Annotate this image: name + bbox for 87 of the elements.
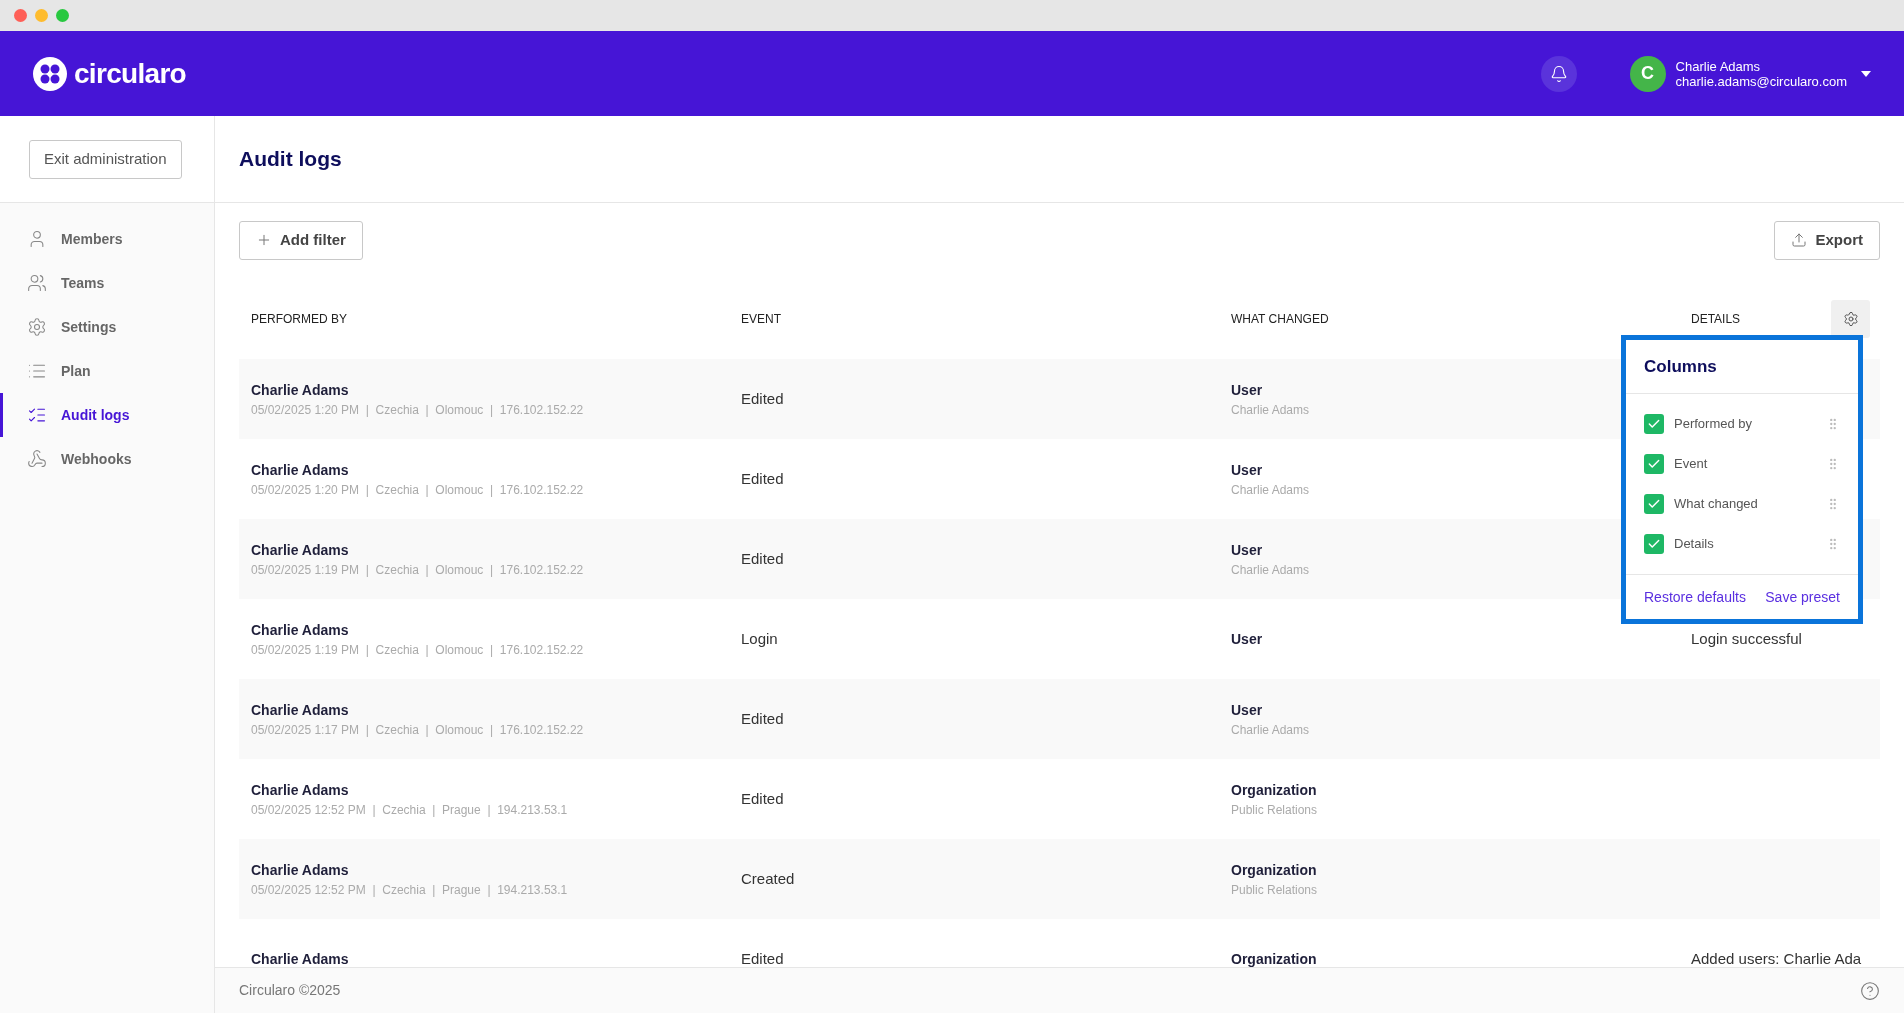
event-meta: 05/02/2025 12:52 PM | Czechia | Prague | 194.213.53.1 bbox=[251, 881, 568, 899]
event-name: Edited bbox=[741, 550, 784, 567]
caret-icon[interactable] bbox=[1861, 70, 1871, 77]
changed-object: Organization bbox=[1231, 949, 1317, 967]
changed-object: User bbox=[1231, 629, 1263, 649]
logo-text: circularo bbox=[74, 56, 186, 91]
performer-name: Charlie Adams bbox=[251, 700, 349, 720]
check-icon bbox=[1647, 497, 1661, 511]
sidebar-item[interactable]: Members bbox=[0, 217, 214, 261]
check-icon bbox=[1647, 457, 1661, 471]
column-settings-button[interactable] bbox=[1831, 300, 1870, 338]
changed-object: User bbox=[1231, 460, 1263, 480]
copyright-text: Circularo ©2025 bbox=[239, 981, 341, 1000]
changed-object-name: Charlie Adams bbox=[1231, 561, 1310, 579]
column-option-label: Event bbox=[1674, 455, 1709, 474]
minimize-window-icon[interactable] bbox=[35, 9, 48, 22]
event-name: Edited bbox=[741, 470, 784, 487]
column-checkbox[interactable] bbox=[1644, 494, 1664, 514]
event-name: Edited bbox=[741, 710, 784, 727]
changed-object: Organization bbox=[1231, 780, 1317, 800]
event-meta: 05/02/2025 12:52 PM | Czechia | Prague | 194.213.53.1 bbox=[251, 801, 568, 819]
page-title: Audit logs bbox=[239, 146, 342, 173]
bell-icon bbox=[1549, 64, 1568, 83]
performer-name: Charlie Adams bbox=[251, 860, 349, 880]
logo-icon bbox=[33, 56, 67, 91]
check-icon bbox=[1647, 417, 1661, 431]
event-name: Edited bbox=[741, 390, 784, 407]
changed-object: Organization bbox=[1231, 860, 1317, 880]
people-icon bbox=[27, 273, 47, 293]
sidebar-item[interactable]: Settings bbox=[0, 305, 214, 349]
upload-icon bbox=[1791, 232, 1808, 248]
export-button[interactable]: Export bbox=[1774, 220, 1880, 260]
changed-object-name: Charlie Adams bbox=[1231, 401, 1310, 419]
webhook-icon bbox=[27, 449, 47, 469]
changed-object-name: Charlie Adams bbox=[1231, 721, 1310, 739]
performer-name: Charlie Adams bbox=[251, 949, 349, 967]
event-meta: 05/02/2025 1:17 PM | Czechia | Olomouc | 176.102.152.22 bbox=[251, 721, 584, 739]
event-meta: 05/02/2025 1:19 PM | Czechia | Olomouc | 176.102.152.22 bbox=[251, 561, 584, 579]
column-option-label: What changed bbox=[1674, 495, 1759, 514]
changed-object: User bbox=[1231, 700, 1263, 720]
help-icon[interactable] bbox=[1860, 980, 1880, 1001]
column-header: DETAILS bbox=[1691, 312, 1741, 326]
save-preset-link[interactable]: Save preset bbox=[1765, 586, 1840, 608]
performer-name: Charlie Adams bbox=[251, 540, 349, 560]
column-option-label: Details bbox=[1674, 535, 1715, 554]
popover-title: Columns bbox=[1644, 355, 1717, 378]
event-details: Added users: Charlie Ada bbox=[1691, 950, 1862, 967]
changed-object-name: Public Relations bbox=[1231, 801, 1318, 819]
settings-icon bbox=[27, 317, 47, 337]
performer-name: Charlie Adams bbox=[251, 620, 349, 640]
column-checkbox[interactable] bbox=[1644, 414, 1664, 434]
column-header: PERFORMED BY bbox=[251, 312, 347, 326]
event-name: Created bbox=[741, 870, 795, 887]
restore-defaults-link[interactable]: Restore defaults bbox=[1644, 586, 1746, 608]
event-name: Login bbox=[741, 630, 778, 647]
event-meta: 05/02/2025 1:20 PM | Czechia | Olomouc | 176.102.152.22 bbox=[251, 401, 584, 419]
user-name: Charlie Adams bbox=[1675, 58, 1762, 74]
performer-name: Charlie Adams bbox=[251, 460, 349, 480]
sidebar-item[interactable]: Plan bbox=[0, 349, 214, 393]
changed-object-name: Public Relations bbox=[1231, 881, 1318, 899]
performer-name: Charlie Adams bbox=[251, 380, 349, 400]
plus-icon bbox=[256, 232, 272, 248]
event-name: Edited bbox=[741, 950, 784, 967]
close-window-icon[interactable] bbox=[14, 9, 27, 22]
event-meta: 05/02/2025 1:20 PM | Czechia | Olomouc | 176.102.152.22 bbox=[251, 481, 584, 499]
event-details: Login successful bbox=[1691, 630, 1802, 647]
changed-object-name: Charlie Adams bbox=[1231, 481, 1310, 499]
exit-administration-button[interactable]: Exit administration bbox=[29, 139, 182, 179]
performer-name: Charlie Adams bbox=[251, 780, 349, 800]
maximize-window-icon[interactable] bbox=[56, 9, 69, 22]
user-email: charlie.adams@circularo.com bbox=[1675, 73, 1847, 89]
event-name: Edited bbox=[741, 790, 784, 807]
changed-object: User bbox=[1231, 540, 1263, 560]
sidebar-item[interactable]: Teams bbox=[0, 261, 214, 305]
column-checkbox[interactable] bbox=[1644, 454, 1664, 474]
check-icon bbox=[1647, 537, 1661, 551]
column-option-label: Performed by bbox=[1674, 415, 1754, 434]
changed-object: User bbox=[1231, 380, 1263, 400]
sidebar-item[interactable]: Webhooks bbox=[0, 437, 214, 481]
sidebar-item[interactable]: Audit logs bbox=[0, 393, 214, 437]
column-checkbox[interactable] bbox=[1644, 534, 1664, 554]
column-header: WHAT CHANGED bbox=[1231, 312, 1329, 326]
add-filter-button[interactable]: Add filter bbox=[239, 220, 363, 260]
event-meta: 05/02/2025 1:19 PM | Czechia | Olomouc | 176.102.152.22 bbox=[251, 641, 584, 659]
column-header: EVENT bbox=[741, 312, 781, 326]
settings-icon bbox=[1842, 311, 1859, 327]
notifications-button[interactable] bbox=[1540, 55, 1577, 92]
